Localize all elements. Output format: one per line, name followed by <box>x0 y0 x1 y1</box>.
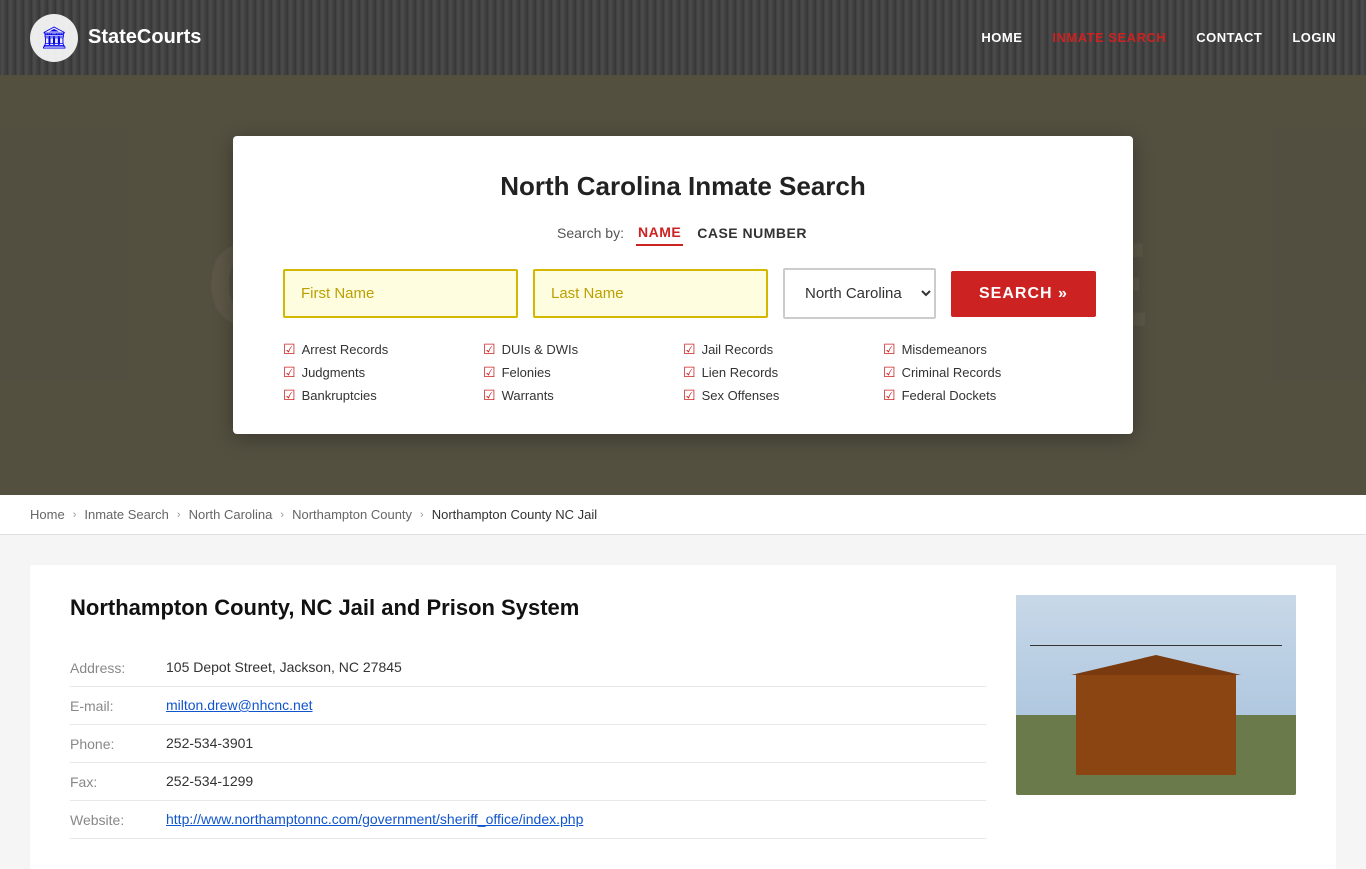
check-label: Warrants <box>502 388 554 403</box>
building <box>1076 675 1236 775</box>
content-right <box>1016 595 1296 839</box>
info-row: Address: 105 Depot Street, Jackson, NC 27… <box>70 649 986 687</box>
check-item: ☑ Jail Records <box>683 341 883 358</box>
nav-login[interactable]: LOGIN <box>1292 30 1336 45</box>
checkboxes-grid: ☑ Arrest Records ☑ DUIs & DWIs ☑ Jail Records… <box>283 341 1083 404</box>
building-roof <box>1071 655 1241 675</box>
content-left: Northampton County, NC Jail and Prison S… <box>70 595 986 839</box>
search-by-row: Search by: NAME CASE NUMBER <box>283 220 1083 246</box>
breadcrumb-sep-1: › <box>73 509 77 521</box>
facility-image <box>1016 595 1296 795</box>
check-icon: ☑ <box>683 387 696 404</box>
check-icon: ☑ <box>483 387 496 404</box>
info-value: 252-534-1299 <box>166 773 253 789</box>
info-label: Phone: <box>70 735 150 752</box>
site-header: 🏛 StateCourts HOME INMATE SEARCH CONTACT… <box>0 0 1366 75</box>
hero-section: COURTHOUSE North Carolina Inmate Search … <box>0 75 1366 495</box>
check-label: Bankruptcies <box>302 388 377 403</box>
check-item: ☑ Sex Offenses <box>683 387 883 404</box>
check-item: ☑ Misdemeanors <box>883 341 1083 358</box>
breadcrumb-nc[interactable]: North Carolina <box>189 507 273 522</box>
check-icon: ☑ <box>283 341 296 358</box>
check-label: Arrest Records <box>302 342 389 357</box>
info-table: Address: 105 Depot Street, Jackson, NC 27… <box>70 649 986 839</box>
check-icon: ☑ <box>883 341 896 358</box>
info-value: 252-534-3901 <box>166 735 253 751</box>
search-title: North Carolina Inmate Search <box>283 171 1083 202</box>
facility-title: Northampton County, NC Jail and Prison S… <box>70 595 986 621</box>
info-row: Fax: 252-534-1299 <box>70 763 986 801</box>
breadcrumb-sep-2: › <box>177 509 181 521</box>
breadcrumb-home[interactable]: Home <box>30 507 65 522</box>
info-label: Fax: <box>70 773 150 790</box>
check-label: Criminal Records <box>902 365 1002 380</box>
logo-text: StateCourts <box>88 26 201 49</box>
check-icon: ☑ <box>683 341 696 358</box>
check-label: Misdemeanors <box>902 342 987 357</box>
check-icon: ☑ <box>883 387 896 404</box>
check-item: ☑ Arrest Records <box>283 341 483 358</box>
first-name-input[interactable] <box>283 269 518 318</box>
check-item: ☑ Warrants <box>483 387 683 404</box>
check-item: ☑ Felonies <box>483 364 683 381</box>
check-label: Judgments <box>302 365 366 380</box>
breadcrumb-current: Northampton County NC Jail <box>432 507 597 522</box>
check-label: Jail Records <box>702 342 774 357</box>
wire-line <box>1030 645 1282 646</box>
check-item: ☑ Bankruptcies <box>283 387 483 404</box>
breadcrumb-inmate-search[interactable]: Inmate Search <box>84 507 169 522</box>
content-area: Northampton County, NC Jail and Prison S… <box>0 535 1366 869</box>
check-label: Felonies <box>502 365 551 380</box>
check-label: DUIs & DWIs <box>502 342 579 357</box>
info-value[interactable]: milton.drew@nhcnc.net <box>166 697 313 713</box>
nav-inmate-search[interactable]: INMATE SEARCH <box>1052 30 1166 45</box>
info-value: 105 Depot Street, Jackson, NC 27845 <box>166 659 402 675</box>
check-label: Sex Offenses <box>702 388 780 403</box>
main-nav: HOME INMATE SEARCH CONTACT LOGIN <box>981 30 1336 45</box>
check-item: ☑ Federal Dockets <box>883 387 1083 404</box>
search-inputs-row: North Carolina Alabama Alaska Arizona Fl… <box>283 268 1083 319</box>
check-item: ☑ Criminal Records <box>883 364 1083 381</box>
breadcrumb-sep-3: › <box>280 509 284 521</box>
check-icon: ☑ <box>283 364 296 381</box>
check-label: Federal Dockets <box>902 388 997 403</box>
check-item: ☑ DUIs & DWIs <box>483 341 683 358</box>
logo-link[interactable]: 🏛 StateCourts <box>30 14 201 62</box>
info-row: Phone: 252-534-3901 <box>70 725 986 763</box>
check-icon: ☑ <box>883 364 896 381</box>
info-label: Address: <box>70 659 150 676</box>
info-label: Website: <box>70 811 150 828</box>
info-value[interactable]: http://www.northamptonnc.com/government/… <box>166 811 583 827</box>
info-row: E-mail: milton.drew@nhcnc.net <box>70 687 986 725</box>
info-row: Website: http://www.northamptonnc.com/gov… <box>70 801 986 839</box>
check-item: ☑ Judgments <box>283 364 483 381</box>
nav-contact[interactable]: CONTACT <box>1196 30 1262 45</box>
search-card: North Carolina Inmate Search Search by: … <box>233 136 1133 434</box>
check-icon: ☑ <box>483 364 496 381</box>
breadcrumb-sep-4: › <box>420 509 424 521</box>
tab-case-number[interactable]: CASE NUMBER <box>695 221 809 245</box>
nav-home[interactable]: HOME <box>981 30 1022 45</box>
breadcrumb: Home › Inmate Search › North Carolina › … <box>0 495 1366 535</box>
check-icon: ☑ <box>683 364 696 381</box>
logo-icon: 🏛 <box>30 14 78 62</box>
breadcrumb-county[interactable]: Northampton County <box>292 507 412 522</box>
content-card: Northampton County, NC Jail and Prison S… <box>30 565 1336 869</box>
check-label: Lien Records <box>702 365 779 380</box>
info-label: E-mail: <box>70 697 150 714</box>
last-name-input[interactable] <box>533 269 768 318</box>
tab-name[interactable]: NAME <box>636 220 683 246</box>
check-item: ☑ Lien Records <box>683 364 883 381</box>
state-select[interactable]: North Carolina Alabama Alaska Arizona Fl… <box>783 268 936 319</box>
check-icon: ☑ <box>283 387 296 404</box>
check-icon: ☑ <box>483 341 496 358</box>
facility-image-inner <box>1016 595 1296 795</box>
search-button[interactable]: SEARCH » <box>951 271 1096 317</box>
search-by-label: Search by: <box>557 225 624 241</box>
